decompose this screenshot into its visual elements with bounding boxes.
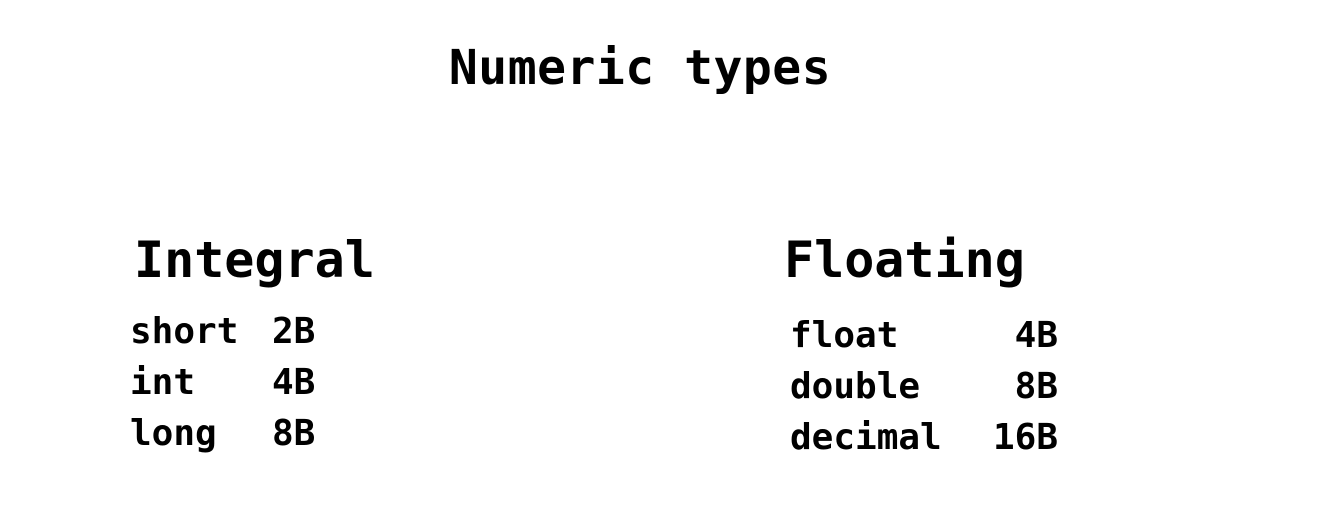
type-name: int	[130, 362, 196, 403]
integral-column: Integral short 2B int 4B long 8B	[130, 228, 375, 459]
type-name: float	[790, 315, 899, 356]
integral-heading: Integral	[134, 231, 375, 289]
floating-heading: Floating	[784, 231, 1025, 289]
type-size: 2B	[272, 311, 316, 352]
type-row-short: short 2B	[130, 306, 375, 357]
type-name: double	[790, 366, 921, 407]
type-size: 16B	[992, 417, 1058, 458]
type-size: 4B	[272, 362, 316, 403]
type-row-int: int 4B	[130, 357, 375, 408]
type-size: 8B	[1014, 366, 1058, 407]
type-name: decimal	[790, 417, 942, 458]
type-row-long: long 8B	[130, 408, 375, 459]
type-name: short	[130, 311, 239, 352]
type-size: 8B	[272, 413, 316, 454]
type-size: 4B	[1014, 315, 1058, 356]
page-title: Numeric types	[448, 40, 832, 96]
type-row-float: float 4B	[784, 310, 1058, 361]
type-row-decimal: decimal 16B	[784, 412, 1058, 463]
type-name: long	[130, 413, 217, 454]
floating-column: Floating float 4B double 8B decimal 16B	[784, 228, 1058, 463]
type-row-double: double 8B	[784, 361, 1058, 412]
